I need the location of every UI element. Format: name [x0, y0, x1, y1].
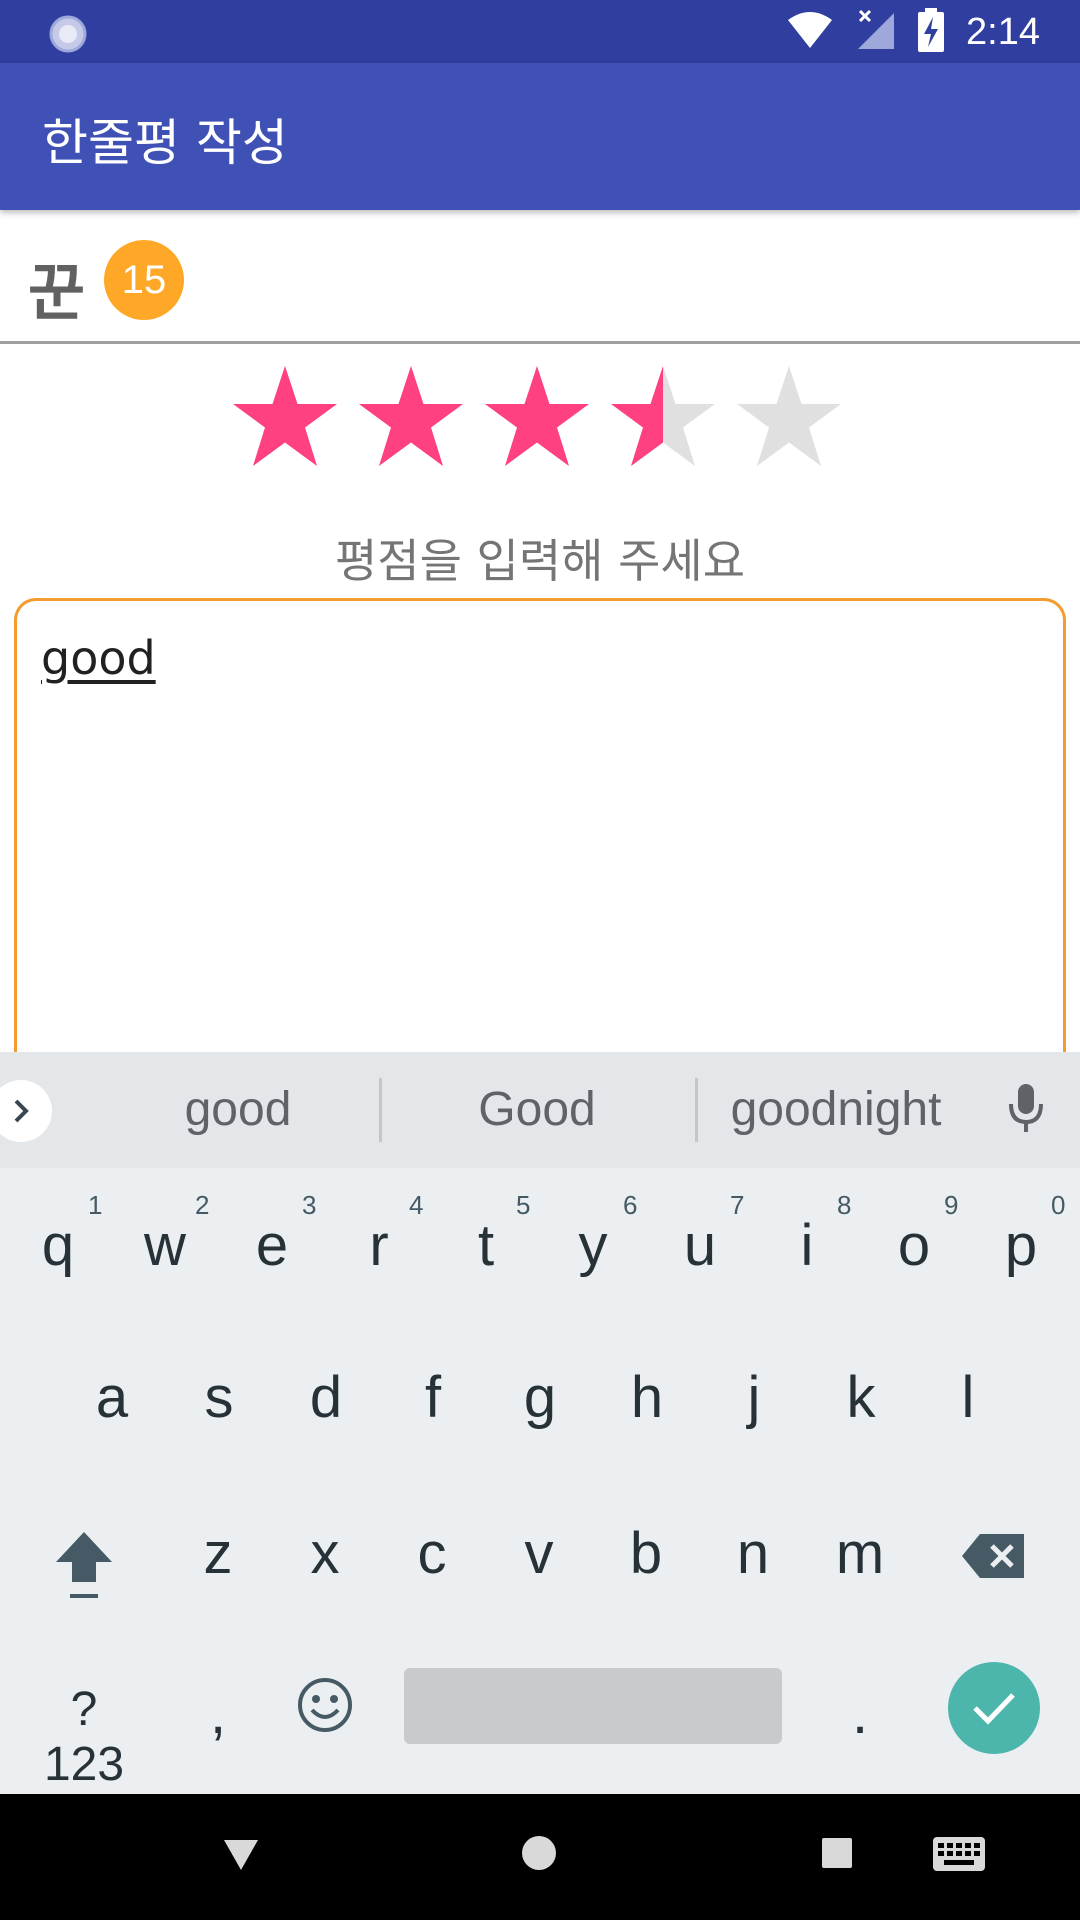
key-hint: 8	[837, 1190, 852, 1220]
key-y[interactable]: y	[543, 1212, 643, 1279]
recents-icon[interactable]	[820, 1836, 854, 1874]
suggestion-divider	[379, 1078, 382, 1142]
key-g[interactable]: g	[490, 1364, 590, 1431]
enter-key[interactable]	[948, 1662, 1040, 1754]
key-t[interactable]: t	[436, 1212, 536, 1279]
check-icon	[973, 1693, 1015, 1725]
home-icon[interactable]	[520, 1834, 558, 1876]
suggestion-2[interactable]: Good	[387, 1082, 687, 1137]
emoji-icon	[298, 1678, 352, 1732]
key-o[interactable]: o	[864, 1212, 964, 1279]
suggestion-3[interactable]: goodnight	[686, 1082, 986, 1137]
key-z[interactable]: z	[168, 1520, 268, 1587]
comma-key[interactable]: ,	[168, 1680, 268, 1747]
battery-charging-icon	[918, 8, 945, 56]
shift-key[interactable]	[52, 1528, 116, 1608]
key-c[interactable]: c	[382, 1520, 482, 1587]
key-hint: 2	[195, 1190, 210, 1220]
app-bar: 한줄평 작성	[0, 63, 1080, 210]
key-hint: 7	[730, 1190, 745, 1220]
user-name: 꾼	[28, 256, 86, 329]
navigation-bar	[0, 1794, 1080, 1920]
soft-keyboard: good Good goodnight q1w2e3r4t5y6u7i8o9p0…	[0, 1052, 1080, 1794]
key-e[interactable]: e	[222, 1212, 322, 1279]
key-p[interactable]: p	[971, 1212, 1071, 1279]
star-icon[interactable]	[734, 364, 844, 474]
comment-text[interactable]: good	[41, 631, 156, 685]
key-j[interactable]: j	[704, 1364, 804, 1431]
status-bar: 2:14	[0, 0, 1080, 63]
mic-icon[interactable]	[1006, 1082, 1046, 1138]
key-x[interactable]: x	[275, 1520, 375, 1587]
rating-prompt: 평점을 입력해 주세요	[334, 534, 746, 588]
expand-suggestions-button[interactable]	[0, 1080, 52, 1142]
comment-input[interactable]: good	[14, 598, 1066, 1068]
key-r[interactable]: r	[329, 1212, 429, 1279]
key-q[interactable]: q	[8, 1212, 108, 1279]
key-a[interactable]: a	[62, 1364, 162, 1431]
back-icon[interactable]	[222, 1838, 260, 1876]
space-key[interactable]	[404, 1668, 782, 1744]
key-u[interactable]: u	[650, 1212, 750, 1279]
symbols-key[interactable]: ?123	[34, 1682, 134, 1792]
period-key[interactable]: .	[810, 1680, 910, 1747]
star-icon[interactable]	[356, 364, 466, 474]
wifi-icon	[786, 10, 834, 54]
page-title: 한줄평 작성	[42, 114, 288, 172]
star-rating[interactable]	[230, 364, 850, 474]
key-s[interactable]: s	[169, 1364, 269, 1431]
backspace-key[interactable]	[960, 1530, 1028, 1586]
key-hint: 5	[516, 1190, 531, 1220]
suggestion-1[interactable]: good	[88, 1082, 388, 1137]
star-icon[interactable]	[482, 364, 592, 474]
key-hint: 9	[944, 1190, 959, 1220]
key-l[interactable]: l	[918, 1364, 1018, 1431]
key-hint: 6	[623, 1190, 638, 1220]
key-k[interactable]: k	[811, 1364, 911, 1431]
user-info-row: 꾼 15	[0, 210, 1080, 344]
no-signal-icon	[856, 9, 896, 55]
key-n[interactable]: n	[703, 1520, 803, 1587]
level-badge: 15	[104, 240, 184, 320]
backspace-icon	[962, 1534, 1024, 1578]
key-hint: 3	[302, 1190, 317, 1220]
key-m[interactable]: m	[810, 1520, 910, 1587]
key-v[interactable]: v	[489, 1520, 589, 1587]
star-icon[interactable]	[230, 364, 340, 474]
chevron-right-icon	[14, 1099, 29, 1123]
star-icon[interactable]	[608, 364, 718, 474]
key-i[interactable]: i	[757, 1212, 857, 1279]
key-hint: 4	[409, 1190, 424, 1220]
key-f[interactable]: f	[383, 1364, 483, 1431]
key-h[interactable]: h	[597, 1364, 697, 1431]
suggestion-bar: good Good goodnight	[0, 1052, 1080, 1168]
key-b[interactable]: b	[596, 1520, 696, 1587]
key-hint: 1	[88, 1190, 103, 1220]
key-d[interactable]: d	[276, 1364, 376, 1431]
status-time: 2:14	[966, 10, 1040, 53]
emoji-key[interactable]	[296, 1676, 354, 1738]
key-w[interactable]: w	[115, 1212, 215, 1279]
keyboard-switch-icon[interactable]	[932, 1836, 986, 1876]
key-hint: 0	[1051, 1190, 1066, 1220]
loading-icon	[48, 14, 88, 58]
shift-icon	[56, 1532, 112, 1598]
